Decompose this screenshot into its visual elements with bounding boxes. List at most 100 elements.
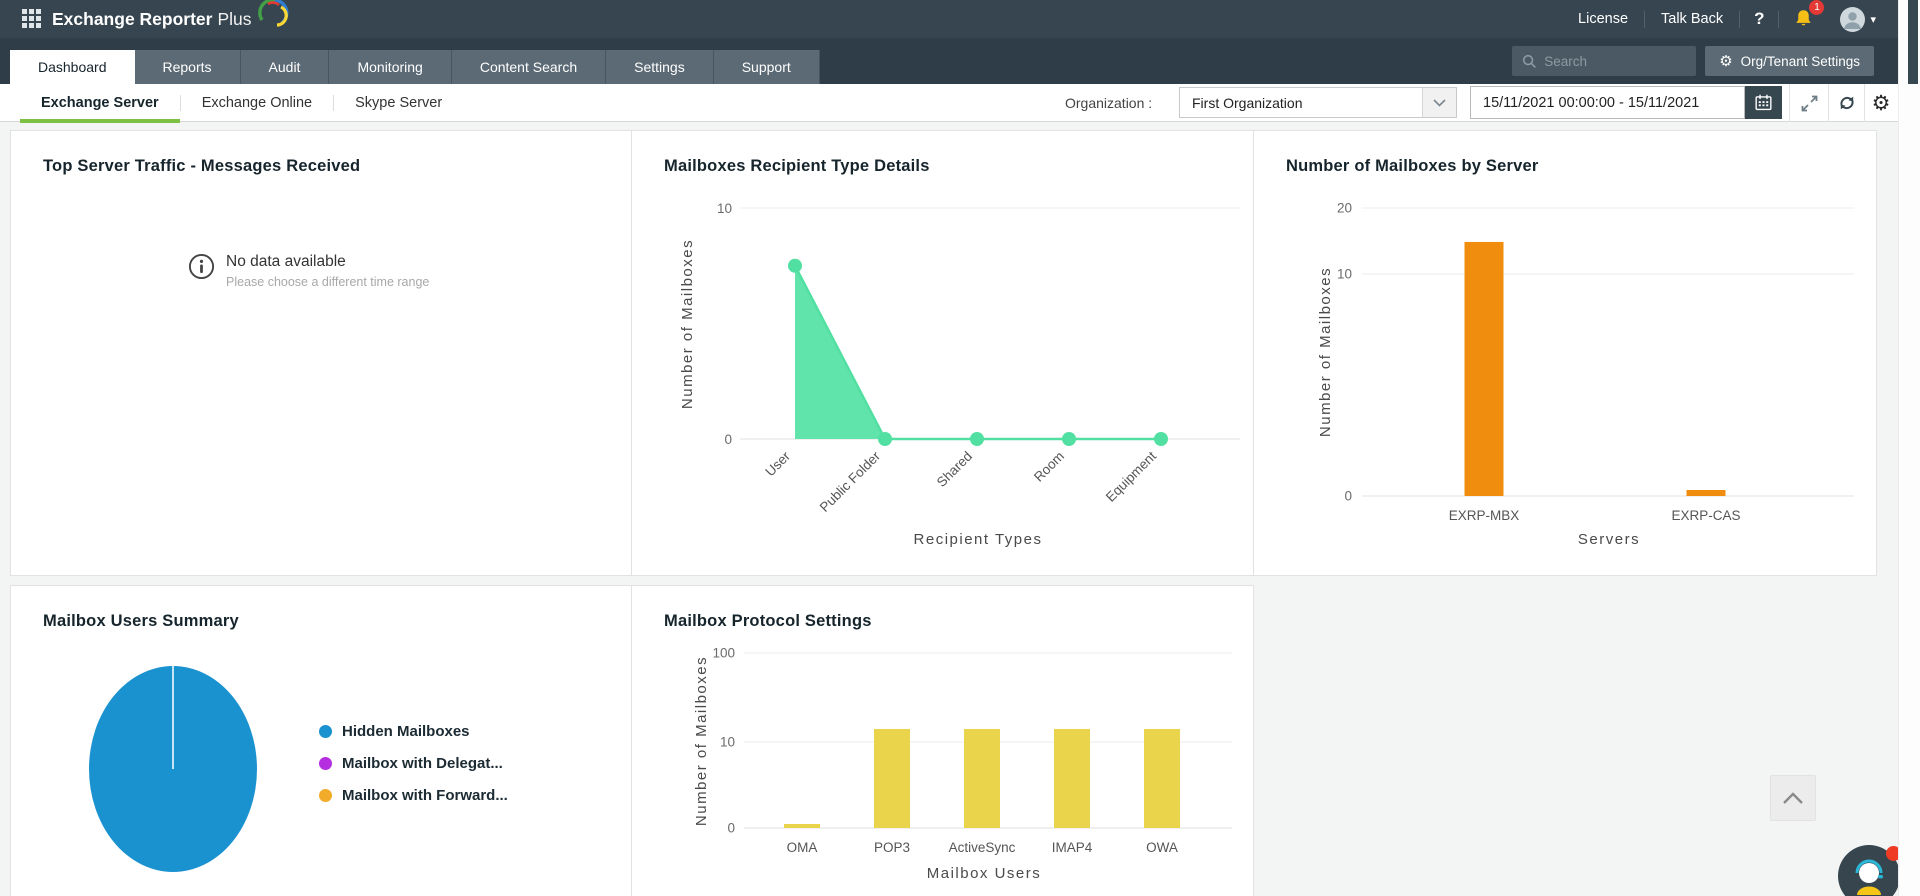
app-header: Exchange Reporter Plus License Talk Back … — [0, 0, 1898, 38]
search-box[interactable] — [1512, 46, 1697, 76]
no-data-message: No data available Please choose a differ… — [188, 253, 429, 289]
user-menu[interactable]: ▾ — [1828, 6, 1882, 32]
svg-text:0: 0 — [727, 821, 735, 836]
legend-swatch — [319, 757, 332, 770]
brand-suffix: Plus — [217, 8, 252, 29]
subtab-exchange-server[interactable]: Exchange Server — [20, 84, 180, 123]
avatar — [1840, 6, 1866, 32]
subtab-exchange-online[interactable]: Exchange Online — [181, 84, 333, 122]
svg-text:10: 10 — [1337, 267, 1352, 282]
legend-item-mailbox-with-forwarding[interactable]: Mailbox with Forward... — [319, 787, 508, 804]
no-data-title: No data available — [226, 253, 346, 270]
svg-text:EXRP-CAS: EXRP-CAS — [1671, 508, 1740, 523]
chevron-down-icon — [1422, 88, 1456, 117]
refresh-button[interactable] — [1832, 84, 1862, 122]
scrollbar-track[interactable] — [1898, 0, 1920, 896]
no-data-subtitle: Please choose a different time range — [226, 275, 430, 289]
org-tenant-settings-button[interactable]: ⚙ Org/Tenant Settings — [1705, 46, 1874, 76]
tab-settings[interactable]: Settings — [606, 50, 714, 84]
svg-text:ActiveSync: ActiveSync — [949, 840, 1016, 855]
svg-text:0: 0 — [1344, 489, 1352, 504]
search-input[interactable] — [1544, 53, 1675, 69]
svg-text:User: User — [762, 448, 793, 479]
notification-badge: 1 — [1809, 0, 1825, 15]
svg-text:Number of Mailboxes: Number of Mailboxes — [1317, 267, 1334, 437]
panel-recipient-type-details: Mailboxes Recipient Type Details 10 0 Numb… — [631, 130, 1254, 576]
org-tenant-settings-label: Org/Tenant Settings — [1740, 53, 1860, 69]
panel-mailbox-users-summary: Mailbox Users Summary Hidden Mailboxes M… — [10, 585, 632, 896]
legend-swatch — [319, 789, 332, 802]
svg-text:Servers: Servers — [1578, 531, 1640, 548]
svg-text:IMAP4: IMAP4 — [1052, 840, 1093, 855]
sub-nav: Exchange Server Exchange Online Skype Se… — [0, 84, 1898, 123]
apps-grid-icon[interactable] — [22, 9, 42, 29]
mailboxes-by-server-chart: 20 10 0 Number of Mailboxes EXRP-MBX EXRP-CAS… — [1317, 201, 1854, 548]
support-chat-button[interactable] — [1838, 845, 1901, 896]
pie-legend: Hidden Mailboxes Mailbox with Delegat...… — [319, 723, 508, 819]
expand-icon — [1801, 95, 1817, 111]
tab-content-search[interactable]: Content Search — [451, 50, 607, 84]
calendar-button[interactable] — [1745, 86, 1782, 119]
tab-support[interactable]: Support — [713, 50, 820, 84]
organization-label: Organization : — [1065, 95, 1153, 111]
svg-text:Mailbox Users: Mailbox Users — [927, 865, 1042, 882]
tab-monitoring[interactable]: Monitoring — [329, 50, 452, 84]
svg-text:EXRP-MBX: EXRP-MBX — [1449, 508, 1520, 523]
svg-text:POP3: POP3 — [874, 840, 910, 855]
nav-tabs: Dashboard Reports Audit Monitoring Conte… — [10, 50, 820, 84]
svg-text:Number of Mailboxes: Number of Mailboxes — [679, 239, 696, 409]
help-icon[interactable]: ? — [1740, 9, 1778, 29]
brand-title: Exchange Reporter Plus — [52, 9, 252, 30]
svg-text:Public Folder: Public Folder — [817, 448, 884, 515]
header-actions: License Talk Back ? 1 ▾ — [1562, 0, 1882, 38]
chevron-down-icon: ▾ — [1870, 13, 1876, 26]
subtab-skype-server[interactable]: Skype Server — [334, 84, 463, 122]
svg-text:20: 20 — [1337, 201, 1352, 216]
info-icon — [188, 253, 215, 280]
panel-top-server-traffic: Top Server Traffic - Messages Received N… — [10, 130, 632, 576]
date-range-input[interactable]: 15/11/2021 00:00:00 - 15/11/2021 — [1470, 86, 1745, 119]
svg-text:Recipient Types: Recipient Types — [914, 531, 1043, 548]
svg-text:100: 100 — [712, 646, 735, 661]
organization-value: First Organization — [1192, 94, 1303, 111]
chevron-up-icon — [1783, 791, 1803, 804]
legend-item-mailbox-with-delegates[interactable]: Mailbox with Delegat... — [319, 755, 508, 772]
scroll-to-top-button[interactable] — [1770, 775, 1816, 821]
tab-reports[interactable]: Reports — [134, 50, 241, 84]
svg-text:10: 10 — [717, 201, 732, 216]
legend-label: Hidden Mailboxes — [342, 723, 470, 740]
panel-title: Top Server Traffic - Messages Received — [43, 157, 361, 175]
recipient-types-chart: 10 0 Number of Mailboxes User Public Folder S… — [679, 201, 1240, 548]
tab-dashboard[interactable]: Dashboard — [10, 50, 135, 84]
license-link[interactable]: License — [1562, 11, 1644, 27]
svg-text:OMA: OMA — [787, 840, 818, 855]
notifications-button[interactable]: 1 — [1779, 0, 1828, 30]
svg-text:0: 0 — [724, 432, 732, 447]
legend-label: Mailbox with Delegat... — [342, 755, 503, 772]
legend-item-hidden-mailboxes[interactable]: Hidden Mailboxes — [319, 723, 508, 740]
mailbox-protocol-chart: 100100Number of MailboxesOMA POP3 ActiveSy… — [693, 646, 1232, 882]
refresh-icon — [1840, 96, 1854, 110]
main-nav: Dashboard Reports Audit Monitoring Conte… — [0, 38, 1898, 84]
panel-mailbox-protocol-settings: Mailbox Protocol Settings 100 10 0 Number o… — [631, 585, 1254, 896]
gear-icon: ⚙ — [1871, 91, 1891, 115]
svg-text:Number of Mailboxes: Number of Mailboxes — [693, 656, 710, 826]
fullscreen-button[interactable] — [1794, 84, 1824, 122]
brand-swoosh-icon — [254, 0, 290, 35]
calendar-icon — [1755, 94, 1772, 111]
gear-icon: ⚙ — [1719, 52, 1733, 70]
brand-main: Exchange Reporter — [52, 8, 213, 29]
svg-text:Shared: Shared — [934, 449, 975, 490]
svg-text:OWA: OWA — [1146, 840, 1178, 855]
talkback-link[interactable]: Talk Back — [1645, 11, 1739, 27]
organization-select[interactable]: First Organization — [1179, 87, 1457, 118]
dashboard-settings-button[interactable]: ⚙ — [1866, 84, 1896, 122]
scrollbar-thumb[interactable] — [1908, 0, 1918, 84]
panel-mailboxes-by-server: Number of Mailboxes by Server 20 10 0 Numbe… — [1253, 130, 1877, 576]
legend-swatch — [319, 725, 332, 738]
svg-text:Equipment: Equipment — [1103, 448, 1159, 504]
search-icon — [1523, 54, 1537, 68]
legend-label: Mailbox with Forward... — [342, 787, 508, 804]
tab-audit[interactable]: Audit — [240, 50, 330, 84]
svg-text:Room: Room — [1031, 449, 1067, 485]
